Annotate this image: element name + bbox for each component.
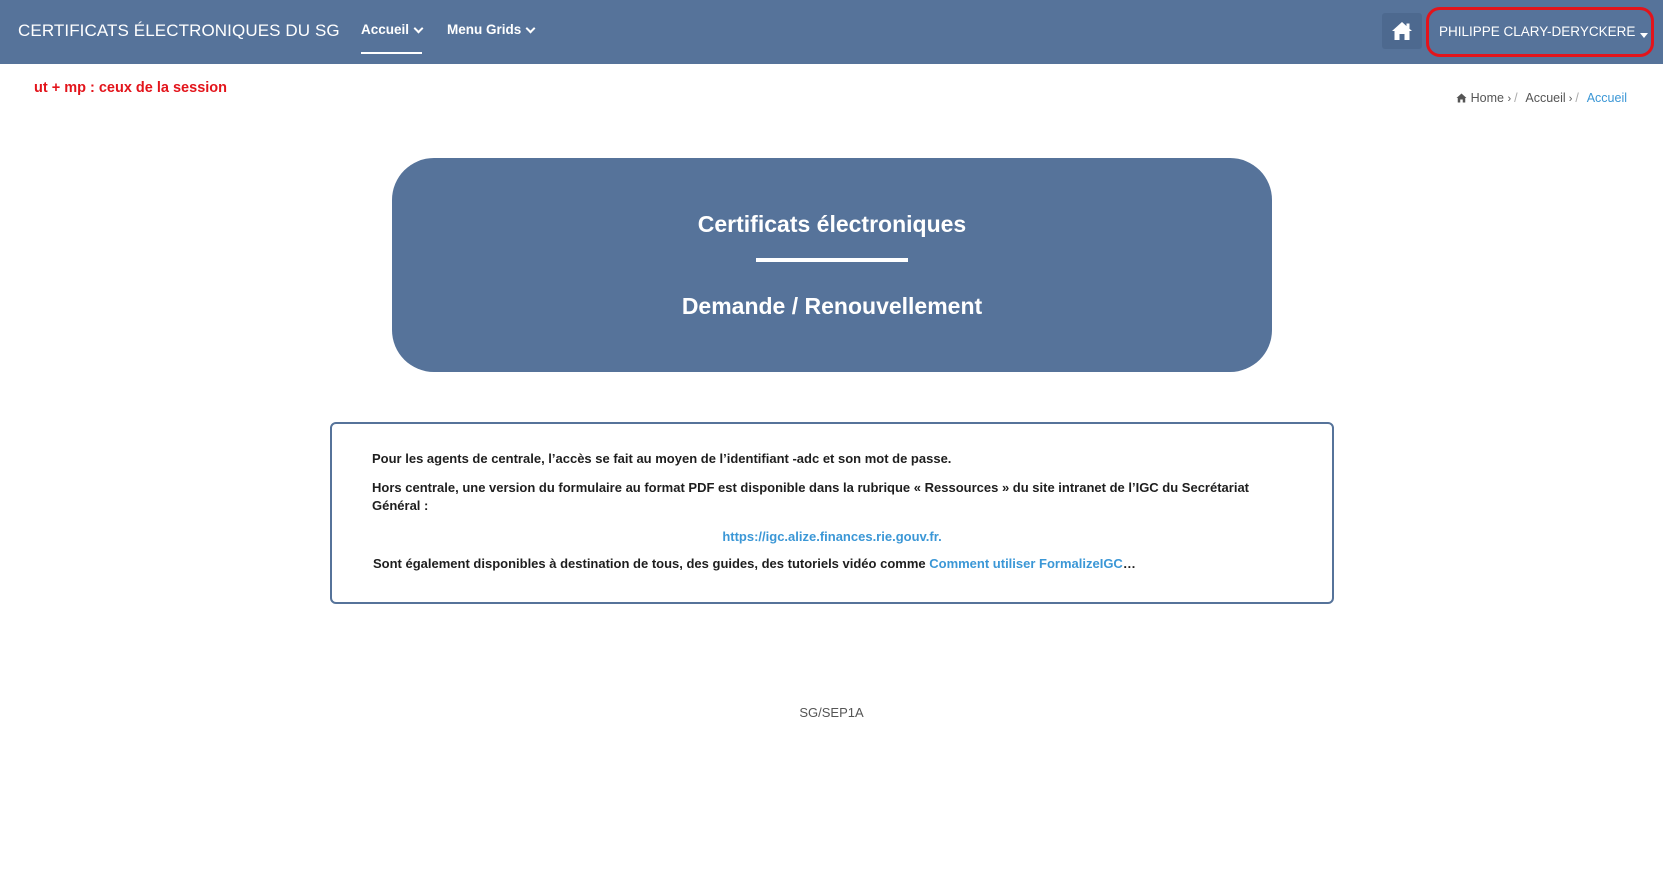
breadcrumb-accueil[interactable]: Accueil — [1525, 91, 1565, 105]
chevron-right-icon: › — [1507, 93, 1512, 105]
user-menu-dropdown[interactable]: PHILIPPE CLARY-DERYCKERE — [1426, 7, 1654, 57]
top-navbar: CERTIFICATS ÉLECTRONIQUES DU SG Accueil … — [0, 0, 1663, 64]
breadcrumb-separator: / — [1575, 91, 1579, 105]
nav-accueil[interactable]: Accueil — [361, 22, 424, 54]
igc-intranet-link[interactable]: https://igc.alize.finances.rie.gouv.fr. — [332, 528, 1332, 546]
app-brand[interactable]: CERTIFICATS ÉLECTRONIQUES DU SG — [18, 21, 340, 41]
info-guides-suffix: … — [1122, 556, 1136, 571]
hero-title: Certificats électroniques — [697, 211, 967, 237]
user-name: PHILIPPE CLARY-DERYCKERE — [1439, 24, 1636, 39]
info-paragraph-central-agents: Pour les agents de centrale, l’accès se … — [372, 451, 952, 466]
hero-banner: Certificats électroniques Demande / Reno… — [392, 158, 1272, 372]
hero-subtitle: Demande / Renouvellement — [681, 293, 983, 319]
chevron-right-icon: › — [1565, 93, 1573, 105]
info-box: Pour les agents de centrale, l’accès se … — [330, 422, 1334, 604]
nav-menu-grids[interactable]: Menu Grids — [447, 22, 536, 54]
formalize-igc-link[interactable]: Comment utiliser FormalizeIGC — [929, 556, 1123, 571]
info-guides-text: Sont également disponibles à destination… — [373, 556, 930, 571]
breadcrumb-home-label: Home — [1470, 91, 1504, 105]
home-button[interactable] — [1382, 13, 1422, 49]
chevron-down-icon — [413, 23, 424, 34]
caret-down-icon — [1640, 33, 1648, 38]
chevron-down-icon — [525, 23, 536, 34]
hero-divider — [756, 258, 908, 262]
home-icon — [1456, 93, 1467, 103]
home-icon — [1392, 22, 1412, 40]
breadcrumb-current: Accueil — [1586, 91, 1627, 105]
session-note: ut + mp : ceux de la session — [34, 80, 227, 96]
info-paragraph-pdf-form: Hors centrale, une version du formulaire… — [372, 480, 1250, 513]
breadcrumb-home[interactable]: Home — [1456, 91, 1507, 105]
info-paragraph-guides: Sont également disponibles à destination… — [373, 555, 1272, 573]
breadcrumb: Home › / Accueil › / Accueil — [1456, 91, 1627, 105]
footer: SG/SEP1A — [799, 705, 864, 720]
breadcrumb-separator: / — [1514, 91, 1518, 105]
nav-accueil-label: Accueil — [361, 22, 410, 37]
nav-menu-grids-label: Menu Grids — [447, 22, 522, 37]
